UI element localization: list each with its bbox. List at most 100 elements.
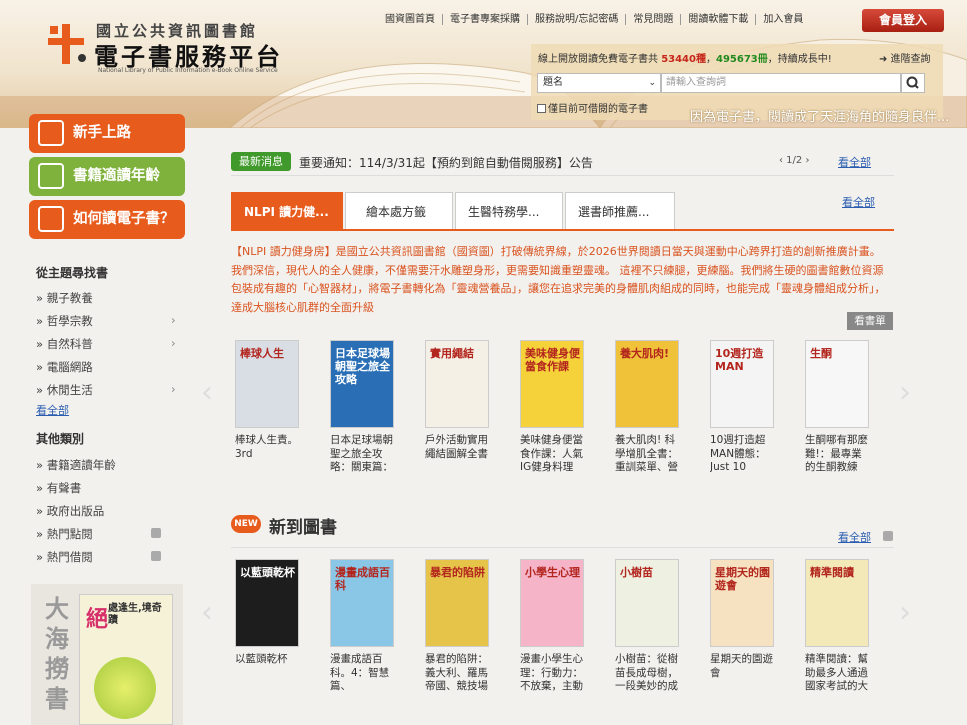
book-title-link[interactable]: 戶外活動實用繩結圖解全書	[425, 434, 491, 476]
book-cover[interactable]: 小樹苗	[615, 559, 679, 647]
rss-icon[interactable]	[151, 528, 161, 538]
book-card[interactable]: 精準閱讀精準閱讀：幫助最多人通過國家考試的大	[805, 559, 871, 695]
book-cover[interactable]: 以藍頭乾杯	[235, 559, 299, 647]
book-cover-text: 以藍頭乾杯	[240, 566, 295, 579]
advanced-search-link[interactable]: ➜ 進階查詢	[879, 50, 931, 65]
book-title-link[interactable]: 生酮哪有那麼難!：最專業的生酮教練	[805, 434, 871, 476]
book-cover[interactable]: 日本足球場朝聖之旅全攻略	[330, 340, 394, 428]
book-title-link[interactable]: 10週打造超MAN體態：Just 10	[710, 434, 776, 476]
tab-picture-book[interactable]: 繪本處方籤	[345, 192, 453, 230]
book-title-link[interactable]: 漫畫小學生心理：行動力：不放棄，主動	[520, 653, 586, 695]
other-item[interactable]: » 有聲書	[36, 480, 186, 496]
carousel-prev-icon[interactable]: ‹	[201, 595, 213, 630]
other-item[interactable]: » 政府出版品	[36, 503, 186, 519]
book-cover[interactable]: 實用繩結	[425, 340, 489, 428]
book-cover[interactable]: 棒球人生	[235, 340, 299, 428]
nav-join-link[interactable]: 加入會員	[755, 14, 810, 25]
beginner-button[interactable]: 新手上路	[29, 114, 185, 153]
new-book-shelf: 以藍頭乾杯 以藍頭乾杯 漫畫成語百科 漫畫成語百科。4：智慧篇、 暴君的陷阱 暴君的陷阱：…	[231, 559, 894, 709]
book-card[interactable]: 星期天的園遊會 星期天的園遊會	[710, 559, 776, 695]
book-title-link[interactable]: 星期天的園遊會	[710, 653, 776, 695]
book-cover[interactable]: 精準閱讀	[805, 559, 869, 647]
how-to-read-button[interactable]: 如何讀電子書？	[29, 200, 185, 239]
book-title-link[interactable]: 日本足球場朝聖之旅全攻略：關東篇：	[330, 434, 396, 476]
book-card[interactable]: 漫畫成語百科漫畫成語百科。4：智慧篇、	[330, 559, 396, 695]
book-cover[interactable]: 小學生心理	[520, 559, 584, 647]
new-books-see-all-link[interactable]: 看全部	[838, 529, 871, 545]
carousel-next-icon[interactable]: ›	[899, 595, 911, 630]
book-cover[interactable]: 美味健身便當食作課	[520, 340, 584, 428]
tab-selector[interactable]: 選書師推薦...	[565, 192, 675, 230]
new-badge: NEW	[231, 515, 261, 533]
book-card[interactable]: 小樹苗小樹苗：從樹苗長成母樹，一段美妙的成	[615, 559, 681, 695]
tab-biomed[interactable]: 生醫特務學...	[455, 192, 563, 230]
book-search-icon	[38, 163, 64, 189]
nav-home-link[interactable]: 國資圖首頁	[378, 14, 442, 25]
book-cover[interactable]: 10週打造MAN	[710, 340, 774, 428]
book-card[interactable]: 暴君的陷阱暴君的陷阱：義大利、羅馬帝國、競技場	[425, 559, 491, 695]
book-cover-text: 棒球人生	[240, 347, 284, 360]
read-list-button[interactable]: 看書單	[847, 312, 893, 330]
nav-help-link[interactable]: 服務說明/忘記密碼	[527, 14, 625, 25]
search-field-select[interactable]: 題名 ⌄	[537, 73, 661, 93]
age-suitable-button[interactable]: 書籍適讀年齡	[29, 157, 185, 196]
book-title-link[interactable]: 暴君的陷阱：義大利、羅馬帝國、競技場	[425, 653, 491, 695]
book-cover[interactable]: 養大肌肉!	[615, 340, 679, 428]
book-title-link[interactable]: 漫畫成語百科。4：智慧篇、	[330, 653, 396, 695]
tabs-see-all-link[interactable]: 看全部	[842, 194, 875, 210]
rss-icon[interactable]	[883, 531, 893, 541]
member-login-button[interactable]: 會員登入	[862, 9, 944, 32]
book-card[interactable]: 日本足球場朝聖之旅全攻略 日本足球場朝聖之旅全攻略：關東篇：	[330, 340, 396, 476]
book-cover-text: 美味健身便當食作課	[525, 347, 580, 373]
news-see-all-link[interactable]: 看全部	[838, 154, 871, 170]
news-ticker: 最新消息 重要通知：114/3/31起【預約到館自動借閱服務】公告 ‹ 1/2 …	[231, 151, 894, 175]
topic-item[interactable]: » 休閒生活 ›	[36, 382, 186, 398]
book-cover[interactable]: 漫畫成語百科	[330, 559, 394, 647]
borrowable-checkbox[interactable]: 僅目前可借閱的電子書	[537, 100, 648, 115]
book-cover-text: 日本足球場朝聖之旅全攻略	[335, 347, 390, 386]
topic-item[interactable]: » 電腦網路	[36, 359, 186, 375]
book-title-link[interactable]: 以藍頭乾杯	[235, 653, 301, 695]
collection-stats: 線上開放閱讀免費電子書共 53440種，495673冊，持續成長中!	[538, 54, 832, 65]
book-cover[interactable]: 星期天的園遊會	[710, 559, 774, 647]
tab-nlpi[interactable]: NLPI 讀力健...	[231, 192, 343, 230]
search-button[interactable]	[901, 73, 925, 93]
book-card[interactable]: 生酮生酮哪有那麼難!：最專業的生酮教練	[805, 340, 871, 476]
nav-procurement-link[interactable]: 電子書專案採購	[442, 14, 527, 25]
book-cover-text: 精準閱讀	[810, 566, 854, 579]
topic-item[interactable]: » 自然科普 ›	[36, 336, 186, 352]
promo-book-cover[interactable]: 絕 處逢生,境奇蹟	[79, 594, 173, 725]
rss-icon[interactable]	[151, 551, 161, 561]
book-card[interactable]: 小學生心理漫畫小學生心理：行動力：不放棄，主動	[520, 559, 586, 695]
book-card[interactable]: 實用繩結戶外活動實用繩結圖解全書	[425, 340, 491, 476]
book-title-link[interactable]: 養大肌肉! 科學增肌全書：重訓菜單、營	[615, 434, 681, 476]
book-cover[interactable]: 生酮	[805, 340, 869, 428]
site-logo[interactable]: 國立公共資訊圖書館 電子書服務平台 National Library of Pu…	[44, 20, 294, 75]
book-card[interactable]: 養大肌肉! 養大肌肉! 科學增肌全書：重訓菜單、營	[615, 340, 681, 476]
nav-download-link[interactable]: 閱讀軟體下載	[680, 14, 755, 25]
leaf-illustration	[94, 657, 156, 719]
book-title-link[interactable]: 精準閱讀：幫助最多人通過國家考試的大	[805, 653, 871, 695]
book-card[interactable]: 美味健身便當食作課美味健身便當食作課：人氣IG健身料理	[520, 340, 586, 476]
book-cover[interactable]: 暴君的陷阱	[425, 559, 489, 647]
book-card[interactable]: 10週打造MAN 10週打造超MAN體態：Just 10	[710, 340, 776, 476]
other-item[interactable]: » 書籍適讀年齡	[36, 457, 186, 473]
book-card[interactable]: 以藍頭乾杯 以藍頭乾杯	[235, 559, 301, 695]
search-input[interactable]: 請輸入查詢詞	[661, 73, 901, 93]
book-title-link[interactable]: 棒球人生責。3rd	[235, 434, 301, 476]
checkbox-icon	[537, 104, 546, 113]
book-title-link[interactable]: 美味健身便當食作課：人氣IG健身料理	[520, 434, 586, 476]
promo-banner[interactable]: 大海撈書 絕 處逢生,境奇蹟	[31, 584, 183, 725]
topic-item[interactable]: » 親子教養	[36, 290, 186, 306]
other-item[interactable]: » 熱門借閱	[36, 549, 186, 565]
news-headline-link[interactable]: 重要通知：114/3/31起【預約到館自動借閱服務】公告	[299, 154, 593, 171]
book-card[interactable]: 棒球人生棒球人生責。3rd	[235, 340, 301, 476]
carousel-prev-icon[interactable]: ‹	[201, 375, 213, 410]
carousel-next-icon[interactable]: ›	[899, 375, 911, 410]
other-item[interactable]: » 熱門點閱	[36, 526, 186, 542]
news-pager[interactable]: ‹ 1/2 ›	[779, 155, 809, 166]
book-title-link[interactable]: 小樹苗：從樹苗長成母樹，一段美妙的成	[615, 653, 681, 695]
topic-item[interactable]: » 哲學宗教 ›	[36, 313, 186, 329]
topics-see-all-link[interactable]: 看全部	[36, 402, 69, 418]
nav-faq-link[interactable]: 常見問題	[625, 14, 680, 25]
